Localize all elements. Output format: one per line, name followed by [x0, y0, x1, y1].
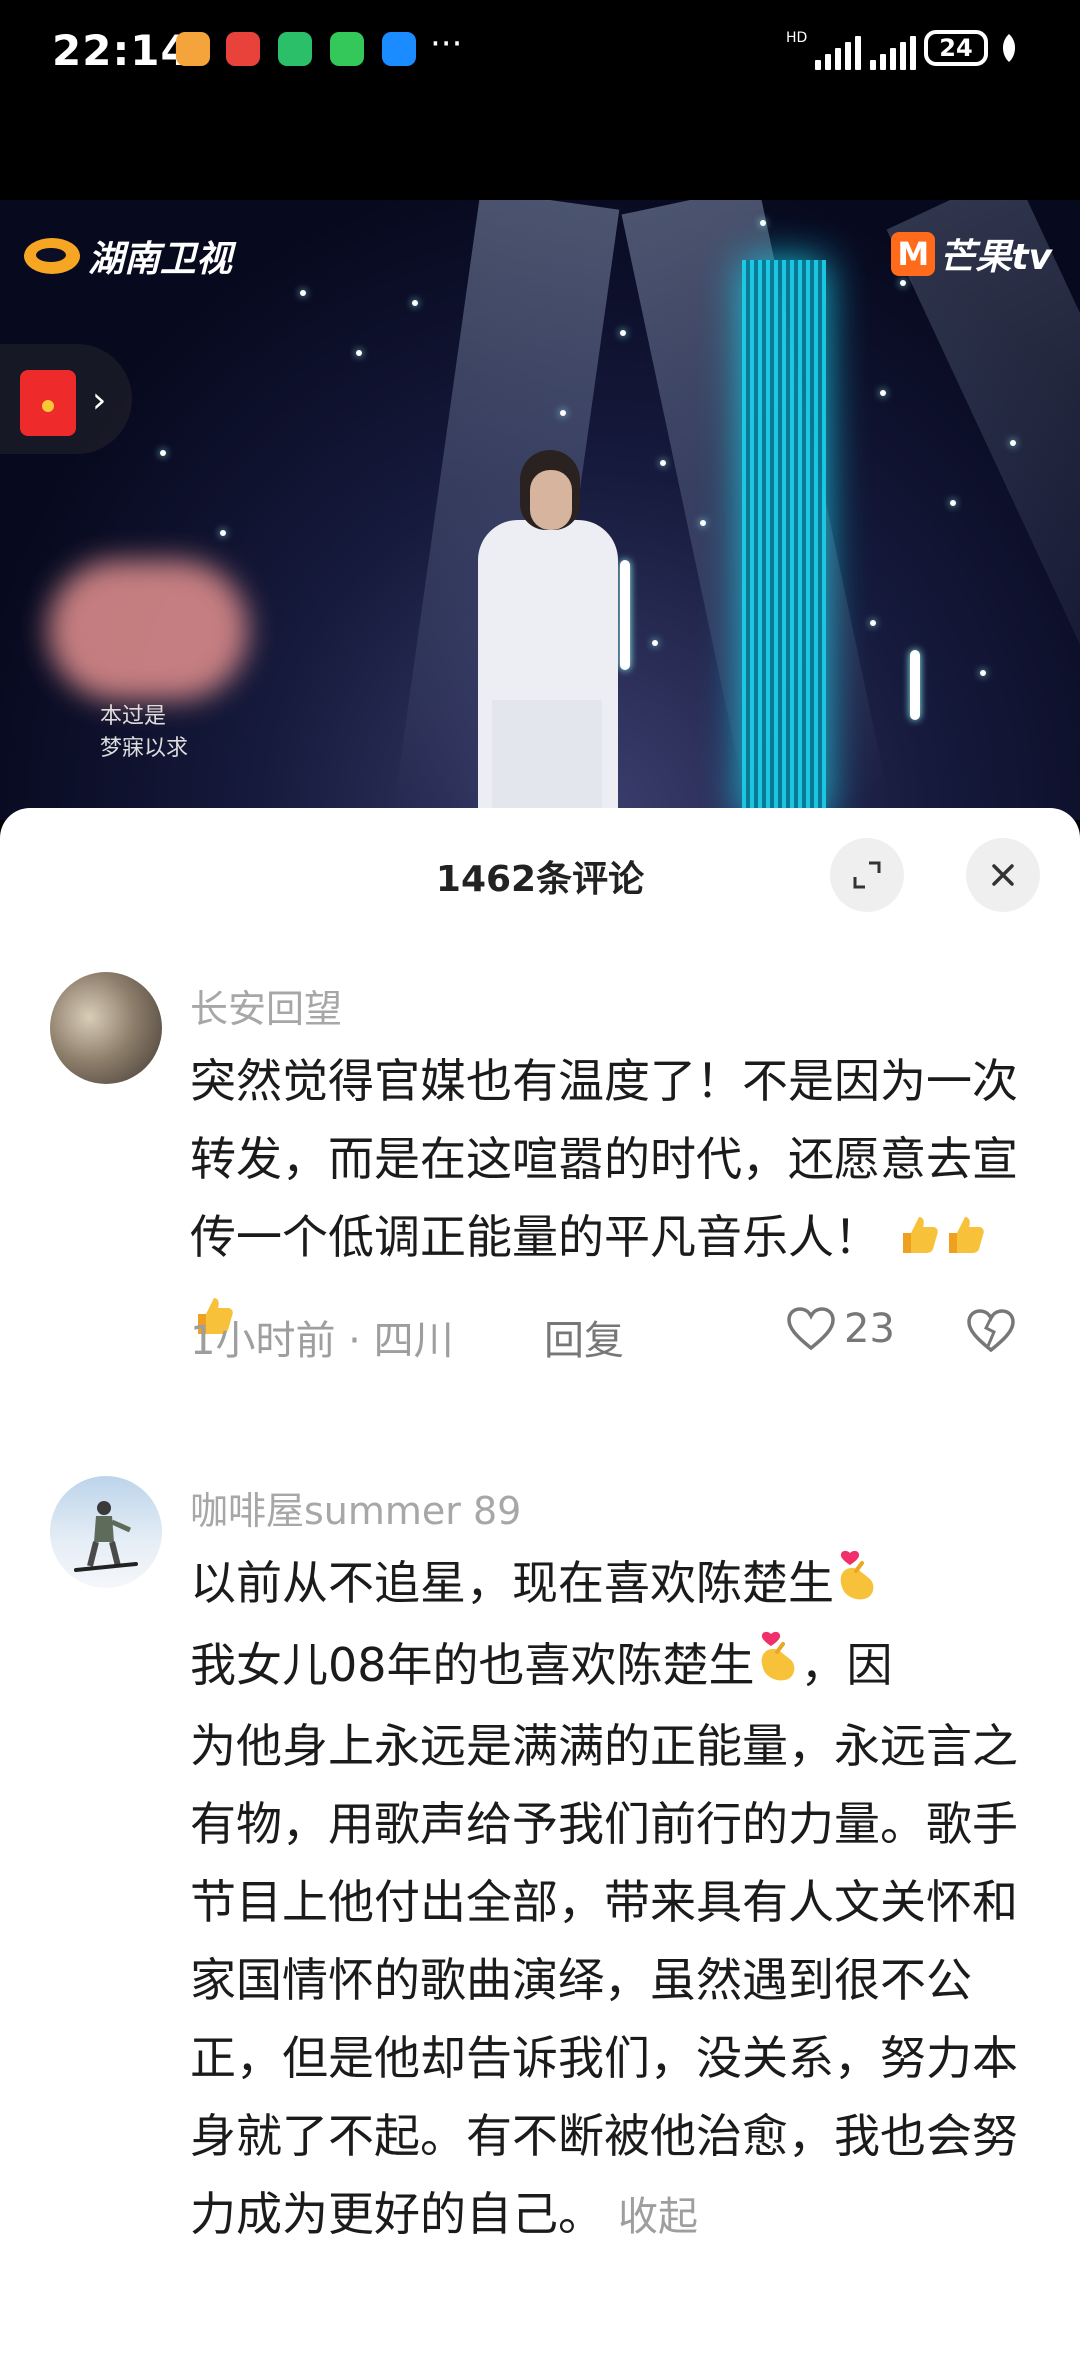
collapse-button[interactable]: 收起 [618, 2194, 698, 2240]
light-tower [742, 260, 826, 820]
stage-star-light [412, 300, 418, 306]
reply-button[interactable]: 回复 [544, 1308, 624, 1366]
avatar[interactable] [50, 1476, 162, 1588]
stage-star-light [300, 290, 306, 296]
like-button[interactable]: 23 [786, 1306, 895, 1352]
red-packet-icon[interactable] [20, 370, 76, 436]
stage-star-light [1010, 440, 1016, 446]
close-button[interactable] [966, 838, 1040, 912]
stage-star-light [950, 500, 956, 506]
status-bar: 22:14 ··· HD 24 [0, 0, 1080, 100]
leaf-icon [1002, 34, 1016, 62]
stage-star-light [620, 330, 626, 336]
hourglass-icon [278, 32, 312, 66]
stage-star-light [652, 640, 658, 646]
dislike-button[interactable] [966, 1308, 1016, 1358]
expand-button[interactable] [830, 838, 904, 912]
heart-icon [787, 1307, 835, 1351]
mango-tv-logo: M 芒果tv [891, 228, 1052, 280]
hunan-tv-logo: 湖南卫视 [24, 230, 232, 282]
stage-star-light [356, 350, 362, 356]
more-notifications-icon: ··· [430, 24, 463, 64]
finger-heart-icon [755, 1629, 801, 1707]
stage-star-light [910, 650, 920, 720]
signal-icon-2 [870, 30, 916, 70]
hunan-tv-mark-icon [24, 238, 80, 274]
thumbs-up-icon [941, 1202, 987, 1280]
comments-count-title: 1462条评论 [435, 859, 645, 900]
stage-star-light [620, 560, 630, 670]
huawei-store-icon [176, 32, 210, 66]
wechat-icon [330, 32, 364, 66]
stage-star-light [880, 390, 886, 396]
video-player[interactable]: 本过是 梦寐以求 湖南卫视 M 芒果tv › [0, 200, 1080, 820]
signal-icon-1: HD [786, 30, 862, 70]
stage-star-light [660, 460, 666, 466]
mango-tv-mark-icon: M [891, 232, 936, 276]
comment-text: 以前从不追星，现在喜欢陈楚生 我女儿08年的也喜欢陈楚生 ，因 为他身上永远是满满… [190, 1544, 1020, 2256]
comments-sheet: 1462条评论 长安回望 突然觉得官媒也有温度了！不是因为一次转发，而是在这喧嚣… [0, 808, 1080, 2360]
stage-star-light [900, 280, 906, 286]
stage-star-light [760, 220, 766, 226]
stage-star-light [700, 520, 706, 526]
huawei-icon [226, 32, 260, 66]
comment-username[interactable]: 长安回望 [190, 978, 342, 1033]
lyric-line: 梦寐以求 [100, 736, 189, 761]
status-time: 22:14 [52, 26, 191, 75]
stage-star-light [980, 670, 986, 676]
stage-star-light [160, 450, 166, 456]
stage-star-light [870, 620, 876, 626]
battery-icon: 24 [924, 30, 988, 66]
lyric-line: 本过是 [100, 704, 167, 729]
expand-icon [853, 861, 881, 889]
stage-star-light [220, 530, 226, 536]
comment-username[interactable]: 咖啡屋summer 89 [190, 1480, 521, 1535]
finger-heart-icon [834, 1548, 880, 1626]
avatar[interactable] [50, 972, 162, 1084]
chevron-right-icon[interactable]: › [92, 380, 106, 421]
stage-star-light [560, 410, 566, 416]
like-count: 23 [844, 1306, 895, 1352]
blurred-logo [48, 560, 248, 700]
message-icon [382, 32, 416, 66]
snowboarder-icon [74, 1501, 138, 1572]
comment-time-location: 1小时前 · 四川 [190, 1318, 454, 1364]
close-icon [992, 864, 1014, 886]
broken-heart-icon [967, 1309, 1015, 1353]
thumbs-up-icon [895, 1202, 941, 1280]
